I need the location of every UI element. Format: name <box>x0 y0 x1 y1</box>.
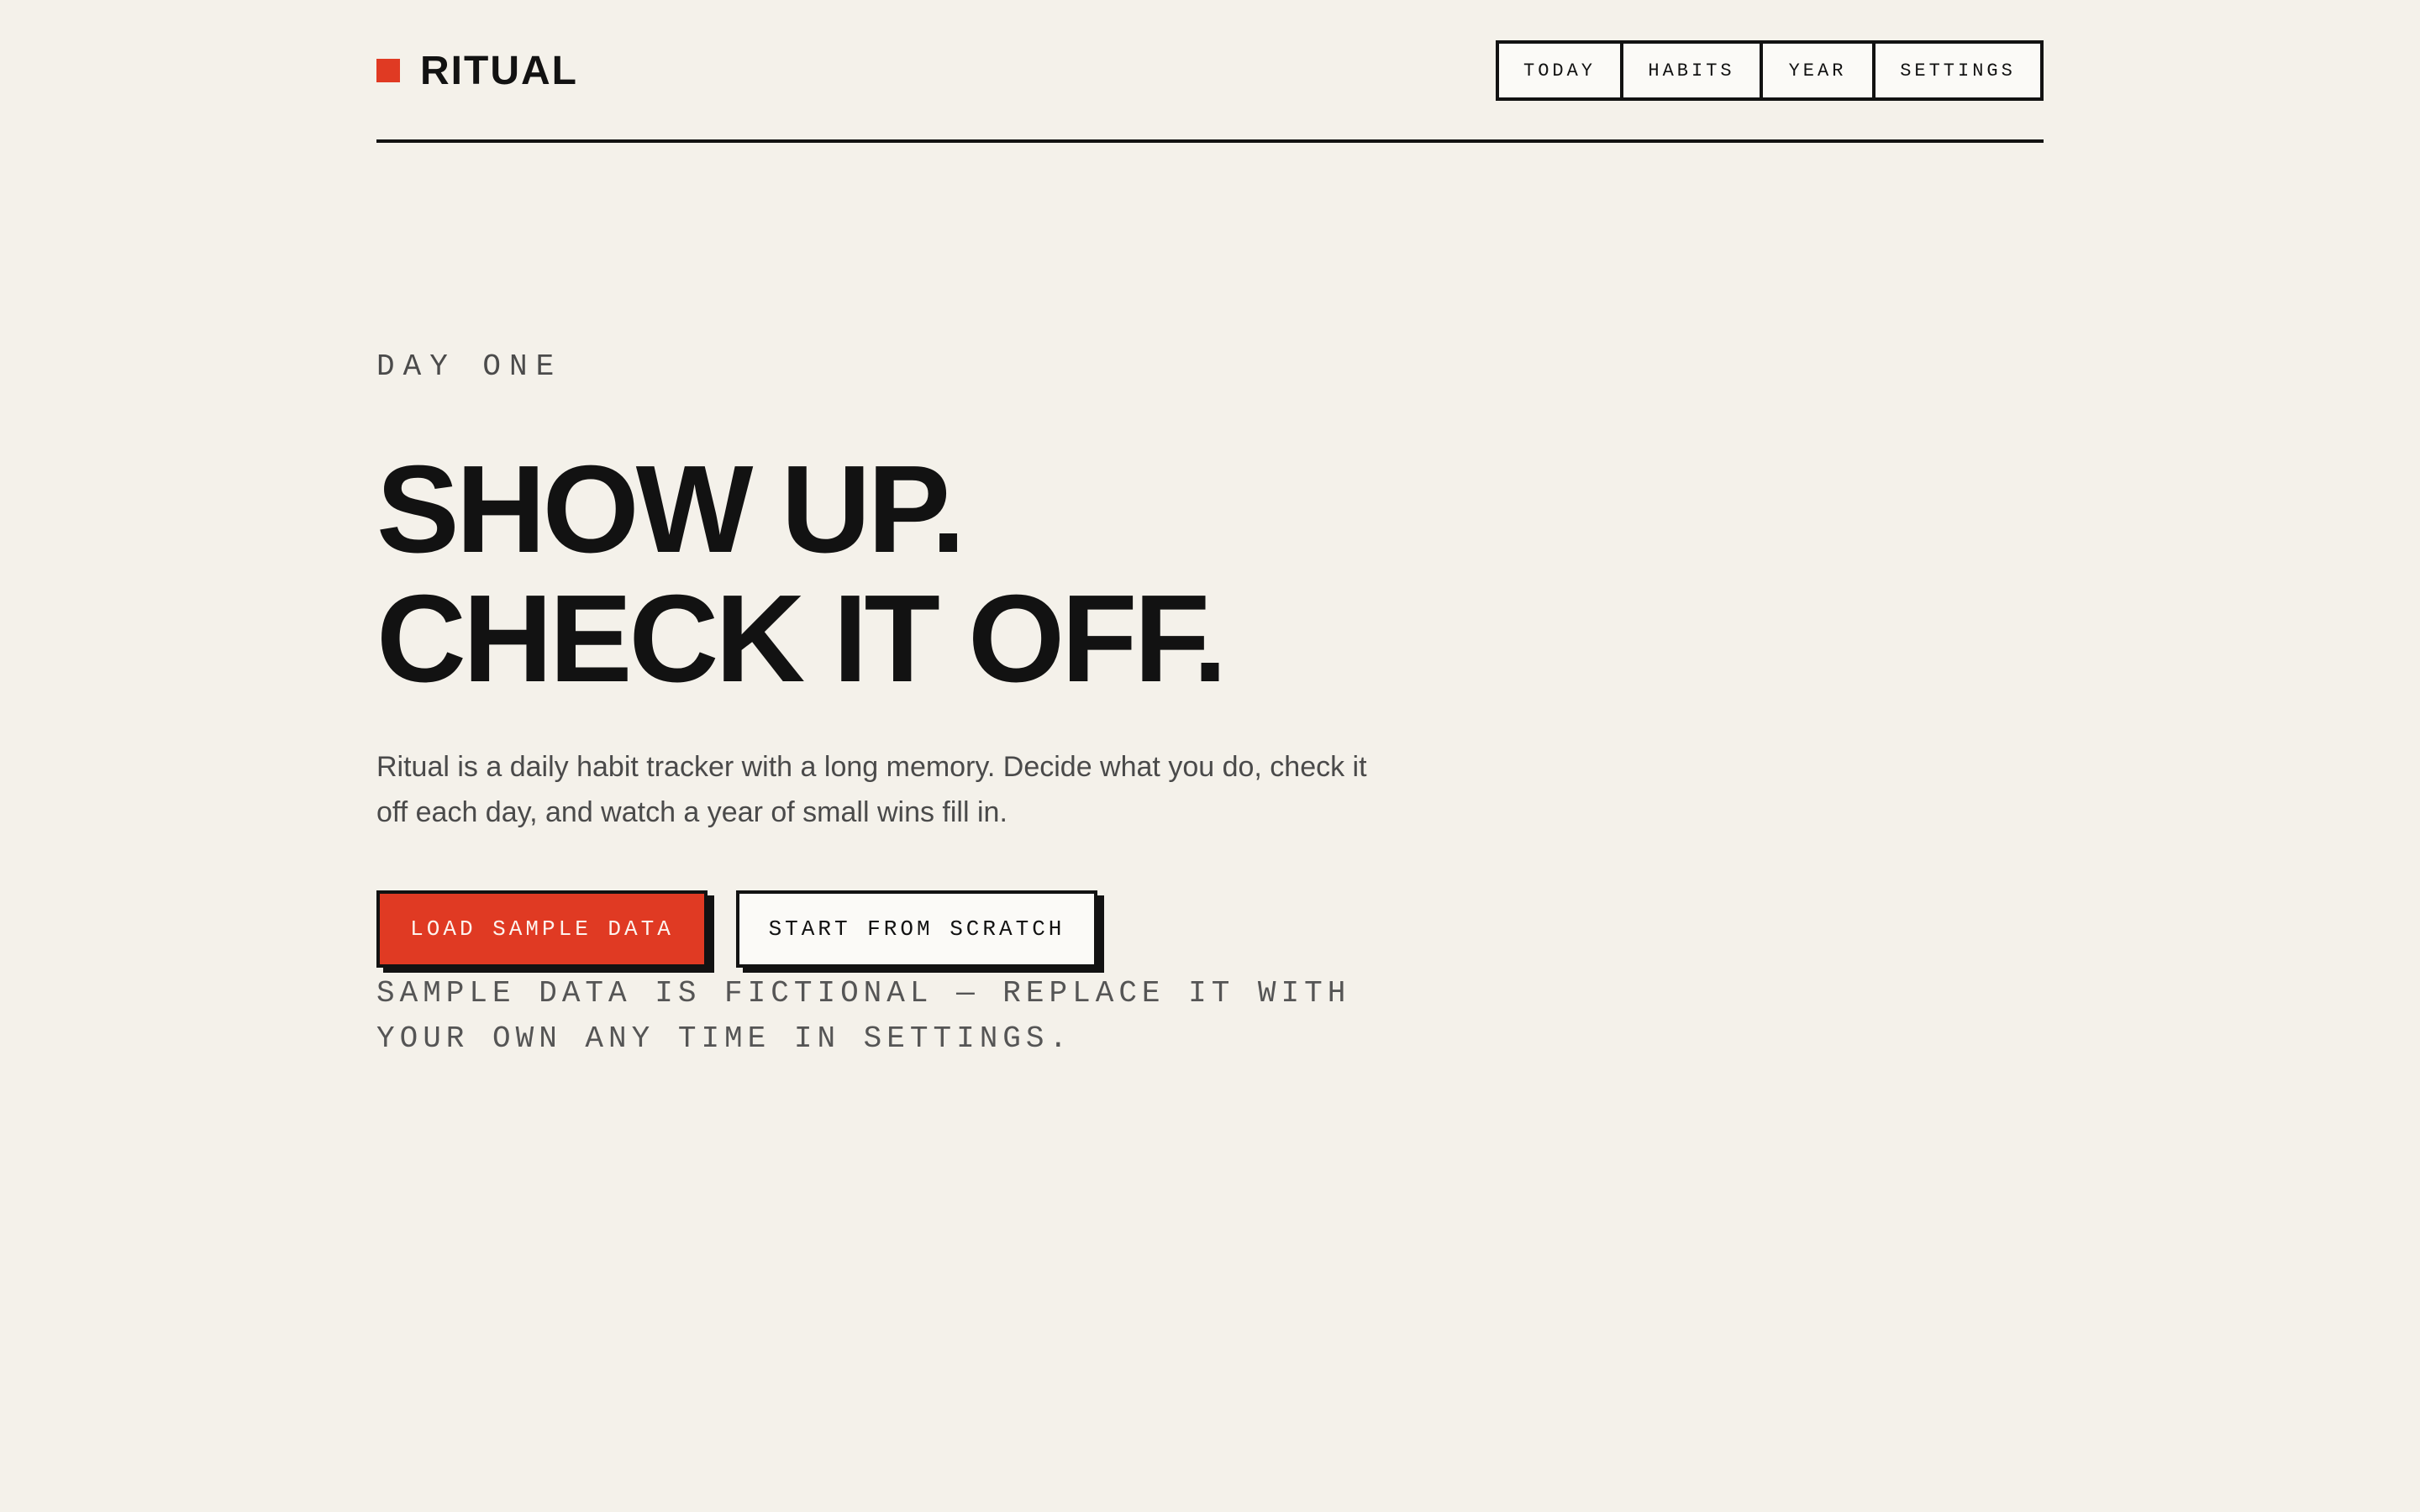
main-nav: TODAY HABITS YEAR SETTINGS <box>1496 40 2044 101</box>
header-divider <box>376 139 2044 143</box>
brand-square-icon <box>376 59 400 82</box>
nav-year[interactable]: YEAR <box>1763 44 1876 97</box>
nav-habits[interactable]: HABITS <box>1623 44 1763 97</box>
hero-description: Ritual is a daily habit tracker with a l… <box>376 751 1367 828</box>
load-sample-data-button[interactable]: LOAD SAMPLE DATA <box>376 890 708 968</box>
brand[interactable]: RITUAL <box>376 40 578 101</box>
headline-line-2: CHECK IT OFF. <box>376 570 1228 708</box>
headline-line-1: SHOW UP. <box>376 440 965 579</box>
nav-settings[interactable]: SETTINGS <box>1876 44 2040 97</box>
sample-data-note: SAMPLE DATA IS FICTIONAL — REPLACE IT WI… <box>376 976 1351 1056</box>
eyebrow-label: DAY ONE <box>376 349 563 384</box>
hero-headline: SHOW UP. CHECK IT OFF. <box>376 440 1228 708</box>
app-header: RITUAL TODAY HABITS YEAR SETTINGS <box>376 40 2044 101</box>
start-from-scratch-button[interactable]: START FROM SCRATCH <box>736 890 1097 968</box>
hero-actions: LOAD SAMPLE DATA START FROM SCRATCH <box>376 890 1097 971</box>
nav-today[interactable]: TODAY <box>1499 44 1623 97</box>
brand-name: RITUAL <box>420 48 578 93</box>
